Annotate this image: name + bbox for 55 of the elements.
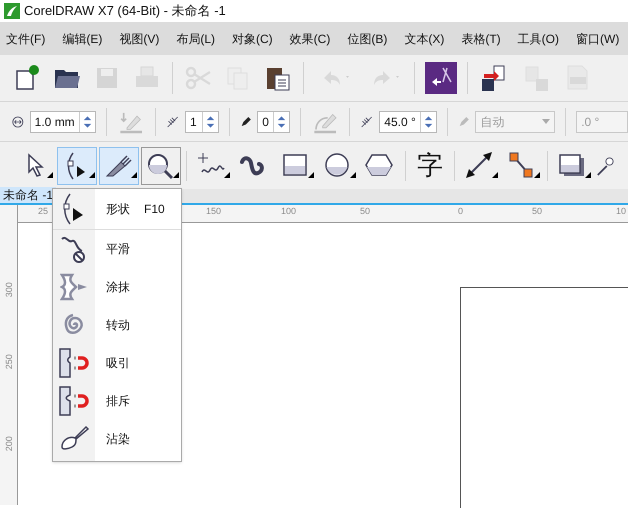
flyout-label: 吸引 — [106, 355, 130, 372]
pen-icon — [458, 114, 470, 128]
menu-item[interactable]: 对象(C) — [232, 30, 273, 48]
flyout-item[interactable]: 排斥 — [53, 382, 181, 420]
ruler-label: 100 — [281, 205, 296, 218]
number-field[interactable]: 0 — [257, 110, 290, 132]
number-field[interactable]: 1 — [185, 110, 219, 132]
flyout-label: 排斥 — [106, 393, 130, 410]
menu-item[interactable]: 表格(T) — [461, 30, 501, 48]
flyout-item[interactable]: 平滑 — [53, 230, 181, 268]
menu-item[interactable]: 窗口(W) — [576, 30, 620, 48]
ruler-label: 200 — [2, 436, 15, 452]
menu-item[interactable]: 布局(L) — [176, 30, 215, 48]
ruler-label: 150 — [206, 205, 222, 218]
flyout-item[interactable]: 形状 F10 — [53, 189, 181, 230]
ruler-label: 250 — [2, 354, 15, 370]
magnifier-icon[interactable] — [141, 146, 181, 184]
menu-item[interactable]: 工具(O) — [518, 30, 559, 48]
knife-icon[interactable] — [99, 146, 139, 184]
window-title: CorelDRAW X7 (64-Bit) - 未命名 -1 — [24, 2, 226, 20]
text-tool[interactable]: 字 — [411, 146, 449, 184]
ruler-label: 50 — [532, 205, 542, 218]
caret-icon — [542, 119, 550, 124]
menu-item[interactable]: 位图(B) — [347, 30, 388, 48]
ruler-label: 10 — [616, 205, 626, 218]
flyout-label: 涂抹 — [106, 279, 130, 296]
menu-item[interactable]: 文件(F) — [6, 30, 46, 48]
angle-field[interactable]: 45.0 ° — [379, 110, 437, 132]
flyout-label: 平滑 — [106, 241, 130, 258]
ruler-label: 50 — [360, 205, 370, 218]
outline-width-field[interactable]: 1.0 mm — [30, 110, 96, 132]
flyout-label: 形状 — [106, 201, 130, 218]
document-tab[interactable]: 未命名 -1 — [0, 187, 56, 203]
menu-item[interactable]: 效果(C) — [290, 30, 330, 48]
width-arrows-icon — [12, 114, 24, 128]
smear-icon — [60, 271, 88, 303]
flyout-label: 转动 — [106, 317, 130, 334]
shape-tool-icon[interactable] — [57, 146, 97, 184]
flyout-label: 沾染 — [106, 431, 130, 448]
ruler-label: 25 — [38, 205, 48, 218]
magnet-icon — [58, 385, 90, 417]
app-logo-icon — [4, 3, 20, 19]
flyout-item[interactable]: 吸引 — [53, 344, 181, 382]
flyout-item[interactable]: 沾染 — [53, 420, 181, 458]
menu-item[interactable]: 文本(X) — [404, 30, 444, 48]
flyout-item[interactable]: 转动 — [53, 306, 181, 344]
shortcut-label: F10 — [144, 201, 165, 218]
ruler-label: 300 — [2, 282, 15, 298]
magnet-icon — [58, 347, 90, 379]
flyout-item[interactable]: 涂抹 — [53, 268, 181, 306]
pen-tip-icon — [240, 114, 252, 128]
ruler-label: 0 — [458, 205, 464, 218]
menu-item[interactable]: 视图(V) — [119, 30, 160, 48]
launcher-icon[interactable] — [425, 62, 457, 94]
menu-item[interactable]: 编辑(E) — [62, 30, 102, 48]
